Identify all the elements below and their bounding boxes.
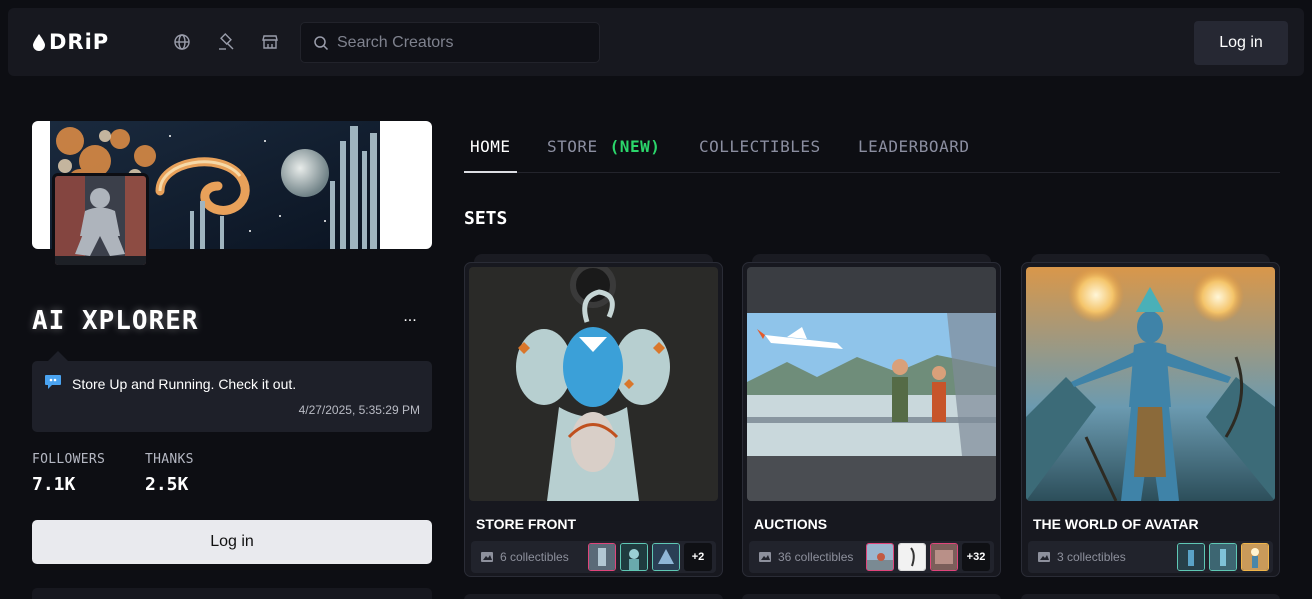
set-image: [469, 267, 718, 501]
collectible-count: 36 collectibles: [778, 550, 854, 564]
status-text: Store Up and Running. Check it out.: [72, 376, 297, 392]
set-title: AUCTIONS: [754, 516, 828, 532]
collectible-thumbnail[interactable]: [620, 543, 648, 571]
collectible-thumbnail[interactable]: [1209, 543, 1237, 571]
image-icon: [481, 552, 493, 562]
set-card-world-of-avatar[interactable]: THE WORLD OF AVATAR 3 collectibles: [1021, 262, 1280, 577]
image-icon: [1038, 552, 1050, 562]
followers-label: FOLLOWERS: [32, 452, 106, 467]
next-row-card-peek: [464, 594, 723, 599]
status-pointer: [48, 351, 68, 361]
more-thumbnails-badge[interactable]: +2: [684, 543, 712, 571]
set-footer: 36 collectibles +32: [749, 541, 994, 573]
header-login-button[interactable]: Log in: [1194, 21, 1288, 65]
search-bar[interactable]: [300, 22, 600, 63]
store-icon[interactable]: [260, 32, 280, 52]
tab-store-label: STORE: [547, 137, 598, 156]
set-title: THE WORLD OF AVATAR: [1033, 516, 1199, 532]
more-options-button[interactable]: ...: [399, 308, 421, 330]
image-icon: [759, 552, 771, 562]
followers-count: 7.1K: [32, 474, 76, 495]
set-title: STORE FRONT: [476, 516, 577, 532]
drip-logo[interactable]: DRiP: [32, 30, 109, 54]
collectible-thumbnail[interactable]: [898, 543, 926, 571]
collectible-thumbnail[interactable]: [1241, 543, 1269, 571]
thanks-count: 2.5K: [145, 474, 189, 495]
collectible-thumbnail[interactable]: [866, 543, 894, 571]
profile-login-button[interactable]: Log in: [32, 520, 432, 564]
set-card-auctions[interactable]: AUCTIONS 36 collectibles +32: [742, 262, 1001, 577]
collectible-count: 3 collectibles: [1057, 550, 1126, 564]
collectible-count: 6 collectibles: [500, 550, 569, 564]
tab-store[interactable]: STORE (NEW): [547, 137, 660, 156]
set-image: [1026, 267, 1275, 501]
top-nav-bar: DRiP Log in: [8, 8, 1304, 76]
next-row-card-peek: [1021, 594, 1280, 599]
globe-icon[interactable]: [172, 32, 192, 52]
thumbnail-strip: +32: [866, 543, 990, 571]
search-icon: [314, 36, 329, 51]
profile-avatar[interactable]: [52, 173, 149, 268]
thumbnail-strip: [1177, 543, 1269, 571]
gavel-icon[interactable]: [216, 32, 236, 52]
tab-collectibles[interactable]: COLLECTIBLES: [699, 137, 821, 156]
collectible-thumbnail[interactable]: [930, 543, 958, 571]
status-message: Store Up and Running. Check it out. 4/27…: [32, 361, 432, 432]
logo-text: DRiP: [49, 30, 110, 54]
tab-collectibles-label: COLLECTIBLES: [699, 137, 821, 156]
active-tab-indicator: [464, 171, 517, 173]
droplet-icon: [33, 34, 45, 51]
next-panel-peek: [32, 588, 432, 599]
tab-home-label: HOME: [470, 137, 511, 156]
new-badge: (NEW): [609, 137, 661, 156]
tab-leaderboard-label: LEADERBOARD: [858, 137, 970, 156]
set-image: [747, 267, 996, 501]
profile-name: AI XPLORER: [32, 306, 199, 336]
set-card-store-front[interactable]: STORE FRONT 6 collectibles +2: [464, 262, 723, 577]
collectible-thumbnail[interactable]: [588, 543, 616, 571]
profile-tabs: HOME STORE (NEW) COLLECTIBLES LEADERBOARD: [464, 121, 1280, 173]
collectible-thumbnail[interactable]: [652, 543, 680, 571]
thumbnail-strip: +2: [588, 543, 712, 571]
tab-home[interactable]: HOME: [470, 137, 511, 156]
set-footer: 6 collectibles +2: [471, 541, 716, 573]
next-row-card-peek: [742, 594, 1001, 599]
sets-heading: SETS: [464, 208, 508, 229]
speech-bubble-icon: [45, 375, 61, 389]
collectible-thumbnail[interactable]: [1177, 543, 1205, 571]
thanks-label: THANKS: [145, 452, 194, 467]
tab-leaderboard[interactable]: LEADERBOARD: [858, 137, 969, 156]
set-footer: 3 collectibles: [1028, 541, 1273, 573]
status-timestamp: 4/27/2025, 5:35:29 PM: [298, 403, 420, 417]
search-input[interactable]: [337, 23, 587, 62]
more-thumbnails-badge[interactable]: +32: [962, 543, 990, 571]
avatar-image: [55, 176, 146, 265]
